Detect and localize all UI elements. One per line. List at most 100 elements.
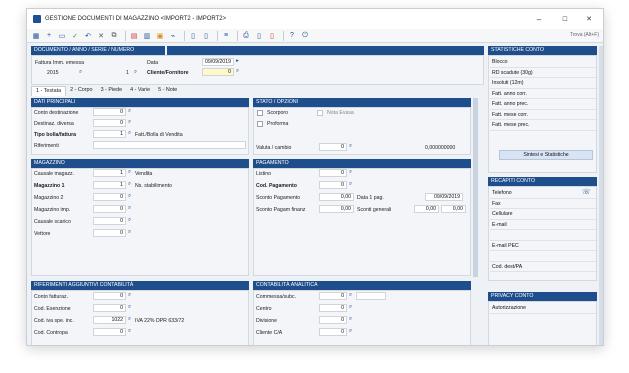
date-field[interactable]: 09/09/2019 [202,58,234,66]
vettore-field[interactable]: 0 [93,229,126,237]
document-new-icon[interactable]: ▯ [201,31,211,41]
sconti-generali-1-field[interactable]: 0,00 [414,205,439,213]
conto-fatturaz-search-icon[interactable]: ⌕ [126,292,133,299]
main-scrollbar[interactable] [473,98,478,277]
copy-doc-icon[interactable]: ▥ [142,31,152,41]
tab-varie[interactable]: 4 - Varie [126,86,154,96]
tab-note[interactable]: 5 - Note [154,86,181,96]
contabilita-title: RIFERIMENTI AGGIUNTIVI CONTABILITÀ [31,281,249,290]
listino-search-icon[interactable]: ⌕ [347,169,354,176]
magazzino2-field[interactable]: 0 [93,193,126,201]
paste-icon[interactable]: ▣ [155,31,165,41]
year-search-icon[interactable]: ⌕ [77,69,84,76]
magazzino-imp-search-icon[interactable]: ⌕ [126,205,133,212]
grid-view-icon[interactable]: ▦ [31,31,41,41]
cod-pagamento-search-icon[interactable]: ⌕ [347,181,354,188]
header-panel [31,55,484,85]
stato-opzioni-title: STATO / OPZIONI [253,98,471,107]
causale-scarico-field[interactable]: 0 [93,217,126,225]
cod-contropa-search-icon[interactable]: ⌕ [126,328,133,335]
list-menu-icon[interactable]: ≡ [221,31,231,41]
cod-pagamento-field[interactable]: 0 [319,181,347,189]
close-button[interactable]: ✕ [577,9,601,29]
date-picker-icon[interactable]: ▸ [234,58,241,65]
cod-iva-field[interactable]: 1022 [93,316,126,324]
document-menu-icon[interactable]: ▯ [188,31,198,41]
number-search-icon[interactable]: ⌕ [132,69,139,76]
data1-pag-field[interactable]: 09/09/2019 [425,193,463,201]
tab-testata[interactable]: 1 - Testata [31,86,67,96]
minimize-button[interactable]: – [527,9,551,29]
conto-fatturaz-field[interactable]: 0 [93,292,126,300]
sconti-generali-2-field[interactable]: 0,00 [441,205,466,213]
cliente-ca-field[interactable]: 0 [319,328,347,336]
privacy-list: Autorizzazione [490,303,598,314]
print-icon[interactable]: ⎙ [241,31,251,41]
cod-esenzione-search-icon[interactable]: ⌕ [126,304,133,311]
causale-scarico-search-icon[interactable]: ⌕ [126,217,133,224]
magazzino1-search-icon[interactable]: ⌕ [126,181,133,188]
stat-fatt-mese-corr: Fatt. mese corr. [490,110,598,120]
causale-magazz-search-icon[interactable]: ⌕ [126,169,133,176]
magazzino-imp-field[interactable]: 0 [93,205,126,213]
sconto-finanz-field[interactable]: 0,00 [319,205,354,213]
confirm-icon[interactable]: ✓ [70,31,80,41]
sintesi-statistiche-button[interactable]: Sintesi e Statistiche [499,150,593,160]
proforma-checkbox[interactable] [257,121,263,127]
title-bar: GESTIONE DOCUMENTI DI MAGAZZINO <IMPORT2… [27,9,603,29]
search-shortcut[interactable]: Trova (Alt+F) [570,32,599,38]
magazzino1-field[interactable]: 1 [93,181,126,189]
exit-icon[interactable]: ⏻ [300,31,310,41]
customer-search-icon[interactable]: ⌕ [234,68,241,75]
sconto-pagamento-field[interactable]: 0,00 [319,193,354,201]
tab-corpo[interactable]: 2 - Corpo [66,86,96,96]
recapito-fax: Fax [490,199,598,209]
undo-icon[interactable]: ↶ [83,31,93,41]
pdf-icon[interactable]: ▯ [267,31,277,41]
attach-icon[interactable]: ⌁ [168,31,178,41]
divisione-field[interactable]: 0 [319,316,347,324]
scorporo-checkbox[interactable] [257,110,263,116]
centro-field[interactable]: 0 [319,304,347,312]
cod-contropa-field[interactable]: 0 [93,328,126,336]
divisione-search-icon[interactable]: ⌕ [347,316,354,323]
number-field[interactable]: 1 [126,70,129,76]
valuta-search-icon[interactable]: ⌕ [347,143,354,150]
new-icon[interactable]: + [44,31,54,41]
magazzino2-search-icon[interactable]: ⌕ [126,193,133,200]
year-field[interactable]: 2015 [47,70,59,76]
folder-icon[interactable]: ▭ [57,31,67,41]
tab-piede[interactable]: 3 - Piede [97,86,127,96]
cut-icon[interactable]: ✕ [96,31,106,41]
nota-evasa-checkbox[interactable] [317,110,323,116]
print-preview-icon[interactable]: ▯ [254,31,264,41]
open-folder-icon[interactable]: ▤ [129,31,139,41]
valuta-field[interactable]: 0 [319,143,347,151]
causale-magazz-field[interactable]: 1 [93,169,126,177]
cod-iva-label: Cod. iva spe. inc. [34,318,74,324]
right-scrollbar[interactable] [599,46,603,345]
destinaz-diversa-search-icon[interactable]: ⌕ [126,119,133,126]
vettore-search-icon[interactable]: ⌕ [126,229,133,236]
tipo-bolla-field[interactable]: 1 [93,130,126,138]
help-icon[interactable]: ? [287,31,297,41]
conto-destinazione-search-icon[interactable]: ⌕ [126,108,133,115]
commessa-search-icon[interactable]: ⌕ [347,292,354,299]
riferimenti-field[interactable] [93,141,246,149]
maximize-button[interactable]: ☐ [553,9,577,29]
tipo-bolla-search-icon[interactable]: ⌕ [126,130,133,137]
customer-field[interactable]: 0 [202,68,234,76]
copy-icon[interactable]: ⧉ [109,31,119,41]
cod-iva-search-icon[interactable]: ⌕ [126,316,133,323]
commessa-field[interactable]: 0 [319,292,347,300]
cliente-ca-search-icon[interactable]: ⌕ [347,328,354,335]
cod-esenzione-field[interactable]: 0 [93,304,126,312]
destinaz-diversa-field[interactable]: 0 [93,119,126,127]
statistiche-list: Blocco RD scadute (30g) Insoluti (12m) F… [490,57,598,131]
commessa-sub-field[interactable] [356,292,386,300]
conto-destinazione-field[interactable]: 0 [93,108,126,116]
phone-call-icon[interactable]: ☏ [582,188,591,196]
centro-search-icon[interactable]: ⌕ [347,304,354,311]
listino-field[interactable]: 0 [319,169,347,177]
header-bar-right [167,46,484,55]
